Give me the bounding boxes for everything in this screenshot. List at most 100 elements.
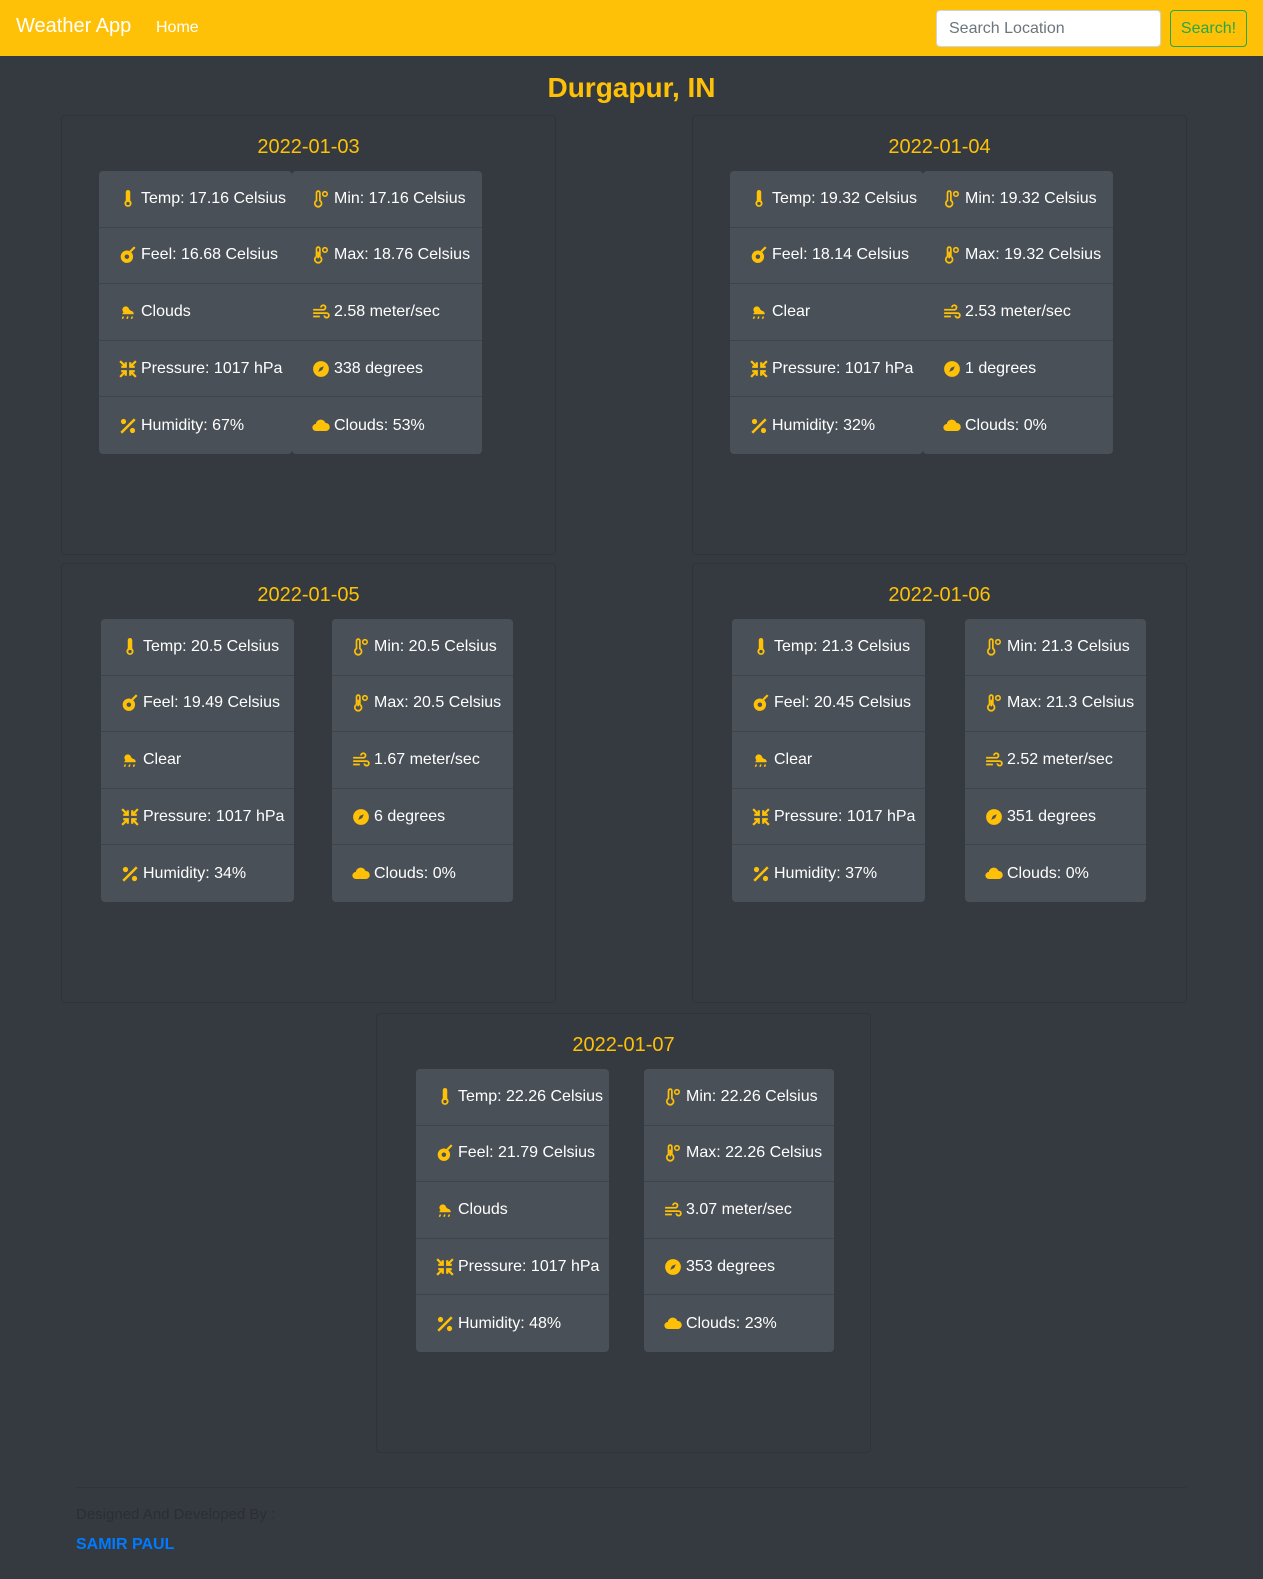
weather-list-details: Min: 22.26 Celsius Max: 22.26 Celsius 3.07… <box>644 1069 834 1352</box>
min-temp-icon <box>943 190 963 208</box>
weather-item: 1 degrees <box>923 341 1113 398</box>
weather-item-label: Pressure: 1017 hPa <box>143 807 285 825</box>
day-date: 2022-01-04 <box>888 136 991 158</box>
pressure-icon <box>119 359 139 378</box>
weather-item-label: 2.52 meter/sec <box>1007 750 1113 768</box>
cloud-icon <box>312 417 332 435</box>
cloud-icon <box>664 1315 684 1333</box>
pressure-icon <box>436 1257 456 1276</box>
feel-icon <box>752 694 772 712</box>
wind-icon <box>352 751 372 769</box>
weather-icon <box>121 751 141 769</box>
weather-item: Max: 19.32 Celsius <box>923 228 1113 285</box>
footer-author-link[interactable]: SAMIR PAUL <box>76 1536 174 1554</box>
weather-item: Humidity: 32% <box>730 397 923 454</box>
weather-item: Min: 17.16 Celsius <box>292 171 482 228</box>
nav-home-link[interactable]: Home <box>156 19 199 37</box>
pressure-icon <box>752 807 772 826</box>
max-temp-icon <box>352 694 372 712</box>
wind-icon <box>943 303 963 321</box>
weather-item: Clear <box>732 732 925 789</box>
weather-item: Clouds: 53% <box>292 397 482 454</box>
weather-item: Clouds: 0% <box>923 397 1113 454</box>
weather-list-main: Temp: 22.26 Celsius Feel: 21.79 Celsius Cl… <box>416 1069 609 1352</box>
weather-item-label: 351 degrees <box>1007 807 1096 825</box>
weather-item: Clouds: 0% <box>332 845 513 902</box>
weather-item-label: Clouds: 0% <box>1007 864 1089 882</box>
weather-item: Feel: 20.45 Celsius <box>732 676 925 733</box>
thermometer-icon <box>436 1087 456 1106</box>
weather-list-main: Temp: 21.3 Celsius Feel: 20.45 Celsius Cle… <box>732 619 925 902</box>
weather-item: Pressure: 1017 hPa <box>99 341 292 398</box>
weather-item-label: 6 degrees <box>374 807 446 825</box>
weather-list-details: Min: 21.3 Celsius Max: 21.3 Celsius 2.52 m… <box>965 619 1146 902</box>
weather-item: Min: 21.3 Celsius <box>965 619 1146 676</box>
weather-item-label: Clouds <box>141 302 191 320</box>
weather-item: Temp: 21.3 Celsius <box>732 619 925 676</box>
weather-item: Clouds <box>416 1182 609 1239</box>
max-temp-icon <box>664 1144 684 1162</box>
weather-item-label: Clouds <box>458 1200 508 1218</box>
weather-item-label: 1 degrees <box>965 359 1037 377</box>
weather-item: 351 degrees <box>965 789 1146 846</box>
weather-item: Max: 22.26 Celsius <box>644 1126 834 1183</box>
city-title: Durgapur, IN <box>547 72 716 103</box>
weather-item-label: Feel: 19.49 Celsius <box>143 694 280 712</box>
footer-credit: Designed And Developed By : <box>76 1506 276 1523</box>
search-button[interactable]: Search! <box>1170 10 1247 47</box>
weather-item: Feel: 21.79 Celsius <box>416 1126 609 1183</box>
compass-icon <box>352 808 372 826</box>
weather-item: Humidity: 67% <box>99 397 292 454</box>
pressure-icon <box>121 807 141 826</box>
feel-icon <box>121 694 141 712</box>
compass-icon <box>943 360 963 378</box>
weather-icon <box>436 1201 456 1219</box>
weather-item-label: Temp: 20.5 Celsius <box>143 637 280 655</box>
weather-item: 338 degrees <box>292 341 482 398</box>
feel-icon <box>436 1144 456 1162</box>
weather-item: 2.58 meter/sec <box>292 284 482 341</box>
weather-item-label: Max: 18.76 Celsius <box>334 246 471 264</box>
wind-icon <box>985 751 1005 769</box>
cloud-icon <box>985 865 1005 883</box>
weather-item-label: Temp: 17.16 Celsius <box>141 189 286 207</box>
day-card: 2022-01-05 Temp: 20.5 Celsius Feel: 19.49 … <box>61 563 556 1003</box>
wind-icon <box>664 1201 684 1219</box>
weather-list-main: Temp: 20.5 Celsius Feel: 19.49 Celsius Cle… <box>101 619 294 902</box>
weather-item: Pressure: 1017 hPa <box>730 341 923 398</box>
weather-item: Feel: 19.49 Celsius <box>101 676 294 733</box>
search-location-input[interactable] <box>936 10 1161 47</box>
weather-item-label: Humidity: 37% <box>774 864 878 882</box>
weather-list-main: Temp: 19.32 Celsius Feel: 18.14 Celsius Cl… <box>730 171 923 454</box>
compass-icon <box>664 1258 684 1276</box>
weather-item-label: Clouds: 53% <box>334 416 425 434</box>
weather-item-label: Pressure: 1017 hPa <box>458 1257 600 1275</box>
weather-item: Temp: 19.32 Celsius <box>730 171 923 228</box>
weather-item-label: Min: 19.32 Celsius <box>965 189 1097 207</box>
thermometer-icon <box>750 189 770 208</box>
min-temp-icon <box>985 638 1005 656</box>
day-card: 2022-01-06 Temp: 21.3 Celsius Feel: 20.45 … <box>692 563 1187 1003</box>
weather-item-label: Pressure: 1017 hPa <box>772 359 914 377</box>
weather-item-label: Temp: 22.26 Celsius <box>458 1087 603 1105</box>
feel-icon <box>119 246 139 264</box>
weather-icon <box>752 751 772 769</box>
weather-item-label: Feel: 16.68 Celsius <box>141 246 278 264</box>
weather-item: Clouds <box>99 284 292 341</box>
day-date: 2022-01-06 <box>888 584 991 606</box>
humidity-icon <box>119 417 139 435</box>
brand-link[interactable]: Weather App <box>16 15 131 38</box>
weather-item-label: Clouds: 0% <box>374 864 456 882</box>
weather-item-label: Max: 22.26 Celsius <box>686 1144 823 1162</box>
weather-item: 3.07 meter/sec <box>644 1182 834 1239</box>
wind-icon <box>312 303 332 321</box>
weather-item: Clear <box>730 284 923 341</box>
weather-item-label: 338 degrees <box>334 359 423 377</box>
weather-icon <box>119 303 139 321</box>
weather-item: Max: 18.76 Celsius <box>292 228 482 285</box>
weather-item-label: Temp: 21.3 Celsius <box>774 637 911 655</box>
weather-item: Humidity: 48% <box>416 1295 609 1352</box>
pressure-icon <box>750 359 770 378</box>
weather-item-label: Clear <box>774 750 813 768</box>
weather-item-label: Humidity: 48% <box>458 1314 562 1332</box>
